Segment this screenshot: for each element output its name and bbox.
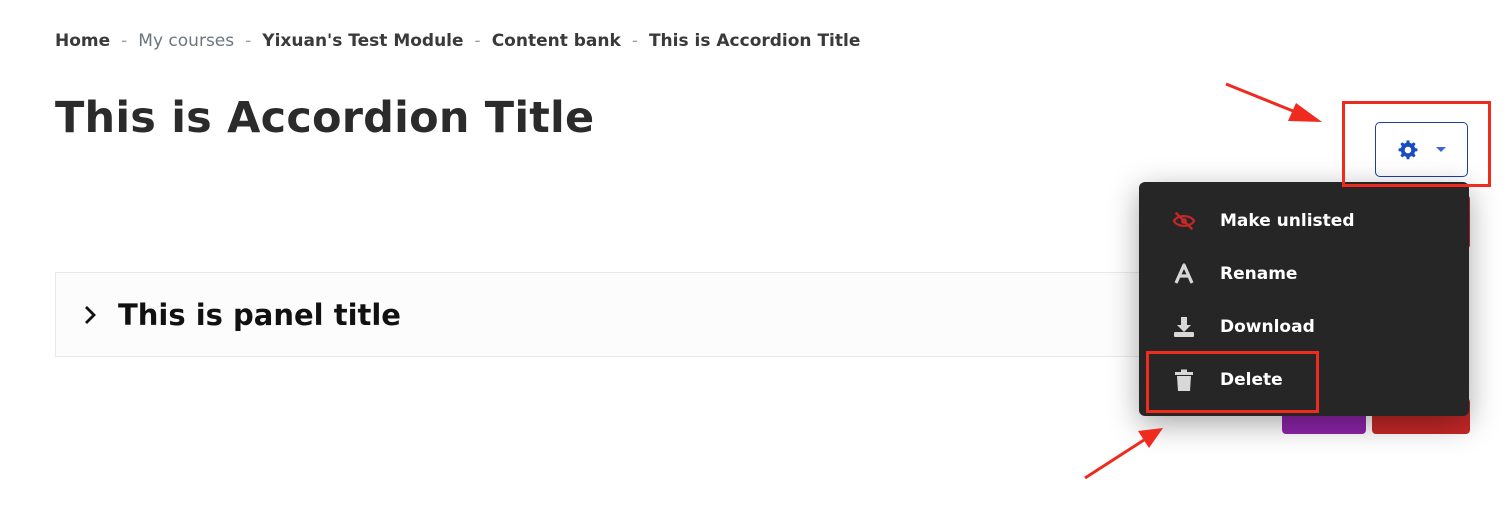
breadcrumb-separator: - bbox=[121, 31, 128, 51]
annotation-arrow-settings bbox=[1225, 82, 1299, 115]
font-a-icon bbox=[1172, 262, 1196, 286]
breadcrumb-content-bank-link[interactable]: Content bank bbox=[492, 31, 621, 51]
settings-dropdown-menu: Make unlisted Rename Download Delete bbox=[1139, 182, 1469, 416]
caret-down-icon bbox=[1435, 146, 1447, 154]
settings-menu-button[interactable] bbox=[1375, 122, 1468, 177]
annotation-arrowhead-delete bbox=[1138, 428, 1163, 448]
annotation-arrowhead-settings bbox=[1288, 103, 1322, 122]
breadcrumb-separator: - bbox=[474, 31, 481, 51]
breadcrumb-module-link[interactable]: Yixuan's Test Module bbox=[262, 31, 463, 51]
breadcrumb-current-page: This is Accordion Title bbox=[648, 31, 861, 51]
gear-icon bbox=[1397, 139, 1419, 161]
menu-item-delete[interactable]: Delete bbox=[1139, 353, 1469, 406]
breadcrumb-separator: - bbox=[245, 31, 252, 51]
breadcrumb: Home - My courses - Yixuan's Test Module… bbox=[55, 31, 860, 51]
menu-item-label: Download bbox=[1220, 316, 1315, 337]
accordion-panel-header[interactable]: This is panel title bbox=[55, 272, 1145, 357]
download-icon bbox=[1172, 315, 1196, 339]
menu-item-download[interactable]: Download bbox=[1139, 300, 1469, 353]
breadcrumb-home-link[interactable]: Home bbox=[55, 31, 110, 51]
breadcrumb-separator: - bbox=[631, 31, 638, 51]
menu-item-make-unlisted[interactable]: Make unlisted bbox=[1139, 194, 1469, 247]
breadcrumb-my-courses-link[interactable]: My courses bbox=[138, 31, 234, 51]
menu-item-rename[interactable]: Rename bbox=[1139, 247, 1469, 300]
annotation-arrow-delete bbox=[1084, 438, 1145, 480]
menu-item-label: Rename bbox=[1220, 263, 1298, 284]
eye-slash-icon bbox=[1172, 209, 1196, 233]
accordion-panel-title: This is panel title bbox=[118, 297, 401, 332]
chevron-right-icon bbox=[82, 304, 98, 326]
trash-icon bbox=[1172, 368, 1196, 392]
menu-item-label: Make unlisted bbox=[1220, 210, 1355, 231]
page-title: This is Accordion Title bbox=[55, 93, 595, 143]
menu-item-label: Delete bbox=[1220, 369, 1283, 390]
